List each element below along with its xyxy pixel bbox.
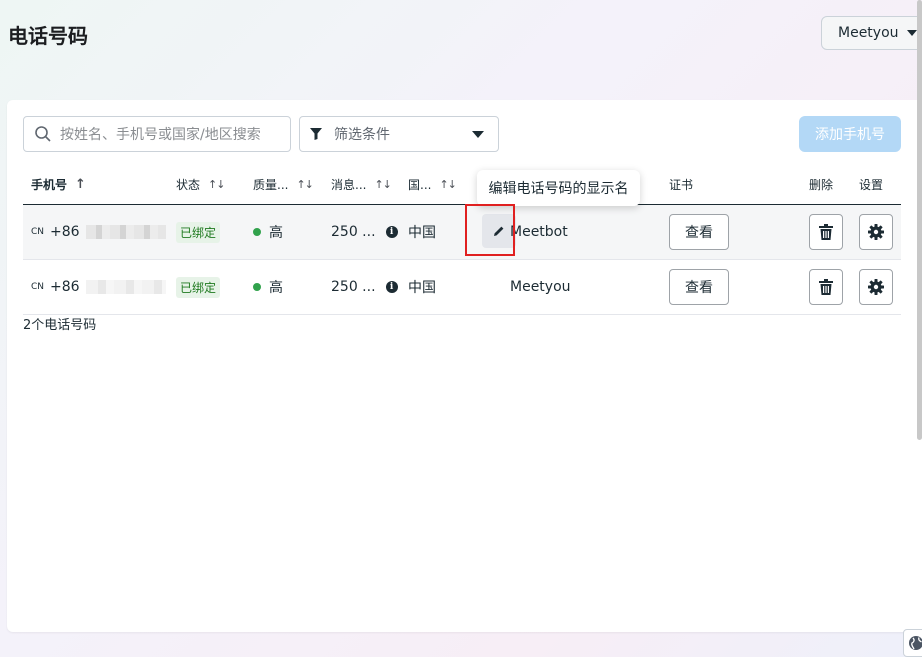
table-row: CN +86 已绑定 高 250 ... i 中国 Meetyou 查看 xyxy=(23,260,901,315)
scrollbar[interactable] xyxy=(917,0,922,440)
status-dot-icon xyxy=(253,283,261,291)
sort-icon: ↑↓ xyxy=(296,178,313,191)
status-cell: 已绑定 xyxy=(176,260,221,314)
redacted-phone-number xyxy=(85,225,166,239)
edit-tooltip: 编辑电话号码的显示名 xyxy=(477,170,640,206)
filter-dropdown[interactable]: 筛选条件 xyxy=(299,116,499,152)
quality-value: 高 xyxy=(269,280,283,296)
status-badge: 已绑定 xyxy=(176,276,221,298)
column-label: 国... xyxy=(408,178,432,192)
trash-icon xyxy=(819,224,833,240)
column-label: 消息... xyxy=(331,178,367,192)
quality-cell: 高 xyxy=(253,260,283,314)
message-value: 250 ... xyxy=(331,279,376,295)
column-header-quality[interactable]: 质量... ↑↓ xyxy=(253,176,314,193)
phone-count: 2个电话号码 xyxy=(23,318,97,333)
phone-numbers-card: 按姓名、手机号或国家/地区搜索 筛选条件 添加手机号 手机号 ↑ 状态 ↑↓ 质… xyxy=(7,100,922,632)
info-icon[interactable]: i xyxy=(385,281,398,293)
delete-button[interactable] xyxy=(809,214,843,250)
phone-cell: CN +86 xyxy=(31,260,166,314)
quality-value: 高 xyxy=(269,225,283,241)
column-header-delete: 删除 xyxy=(809,178,834,192)
view-cert-button[interactable]: 查看 xyxy=(669,214,729,250)
delete-button[interactable] xyxy=(809,269,843,305)
chevron-down-icon xyxy=(906,30,917,36)
column-header-status[interactable]: 状态 ↑↓ xyxy=(176,176,225,193)
column-header-cert: 证书 xyxy=(669,178,694,192)
filter-label: 筛选条件 xyxy=(334,127,390,143)
message-cell: 250 ... i xyxy=(331,260,398,314)
column-header-settings: 设置 xyxy=(859,178,884,192)
column-header-phone[interactable]: 手机号 ↑ xyxy=(31,176,86,193)
gear-icon xyxy=(868,279,884,295)
sort-icon: ↑↓ xyxy=(439,178,456,191)
account-selector[interactable]: Meetyou xyxy=(821,16,922,50)
column-header-country[interactable]: 国... ↑↓ xyxy=(408,176,457,193)
phone-prefix: +86 xyxy=(50,224,80,240)
message-cell: 250 ... i xyxy=(331,205,398,259)
chevron-down-icon xyxy=(472,131,484,138)
country-cell: 中国 xyxy=(408,225,436,241)
search-input[interactable]: 按姓名、手机号或国家/地区搜索 xyxy=(23,116,291,152)
column-header-message[interactable]: 消息... ↑↓ xyxy=(331,176,392,193)
sort-icon: ↑↓ xyxy=(374,178,391,191)
redacted-phone-number xyxy=(85,280,166,294)
settings-button[interactable] xyxy=(859,214,893,250)
page-title: 电话号码 xyxy=(8,24,88,48)
display-name: Meetbot xyxy=(510,224,568,240)
display-name: Meetyou xyxy=(510,279,571,295)
gear-icon xyxy=(868,224,884,240)
account-name: Meetyou xyxy=(838,25,899,41)
trash-icon xyxy=(819,279,833,295)
filter-icon xyxy=(310,128,322,140)
add-phone-button[interactable]: 添加手机号 xyxy=(799,116,901,152)
status-dot-icon xyxy=(253,228,261,236)
country-cell: 中国 xyxy=(408,280,436,296)
phone-prefix: +86 xyxy=(50,279,80,295)
table-row: CN +86 已绑定 高 250 ... i 中国 Meetbot 查看 xyxy=(23,205,901,260)
view-cert-button[interactable]: 查看 xyxy=(669,269,729,305)
globe-icon xyxy=(909,636,922,650)
search-placeholder: 按姓名、手机号或国家/地区搜索 xyxy=(60,127,261,143)
status-badge: 已绑定 xyxy=(176,221,221,243)
settings-button[interactable] xyxy=(859,269,893,305)
quality-cell: 高 xyxy=(253,205,283,259)
country-code: CN xyxy=(31,282,45,292)
phone-cell: CN +86 xyxy=(31,205,166,259)
sort-icon: ↑↓ xyxy=(208,178,225,191)
message-value: 250 ... xyxy=(331,224,376,240)
country-code: CN xyxy=(31,227,45,237)
column-label: 质量... xyxy=(253,178,289,192)
search-icon xyxy=(35,126,51,142)
column-label: 状态 xyxy=(176,178,201,192)
arrow-up-icon: ↑ xyxy=(75,177,86,192)
info-icon[interactable]: i xyxy=(385,226,398,238)
highlight-box xyxy=(465,204,515,256)
column-label: 手机号 xyxy=(31,178,68,192)
status-cell: 已绑定 xyxy=(176,205,221,259)
globe-button[interactable] xyxy=(903,629,922,657)
